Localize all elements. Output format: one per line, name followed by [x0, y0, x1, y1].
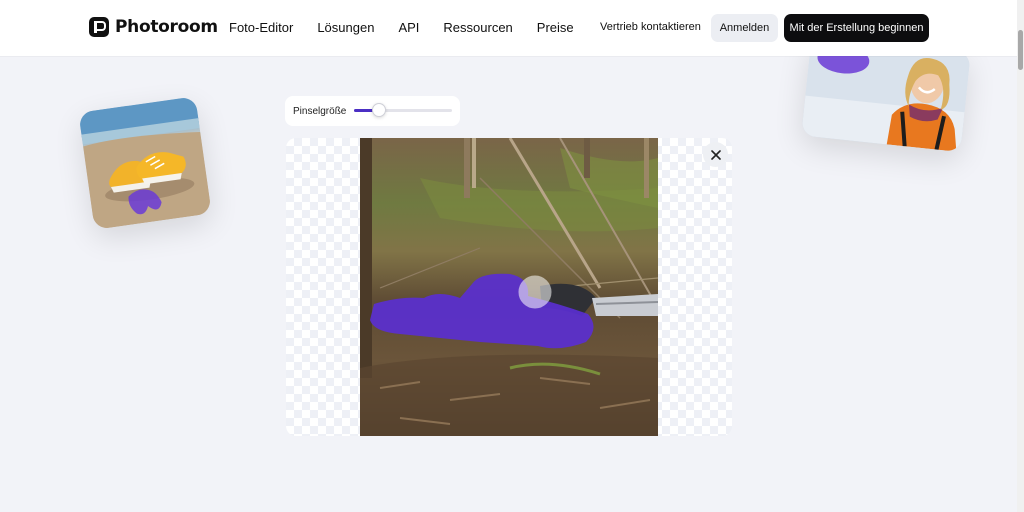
- editor-canvas[interactable]: [286, 138, 732, 436]
- nav-link-ressourcen[interactable]: Ressourcen: [443, 20, 512, 35]
- sneakers-image: [78, 96, 212, 230]
- get-started-button[interactable]: Mit der Erstellung beginnen: [784, 14, 929, 42]
- login-button[interactable]: Anmelden: [711, 14, 778, 42]
- brand-name: Photoroom: [115, 17, 218, 37]
- close-button[interactable]: [703, 142, 728, 167]
- photoroom-logo[interactable]: Photoroom: [89, 17, 218, 37]
- nav-links: Foto-Editor Lösungen API Ressourcen Prei…: [229, 20, 574, 35]
- scrollbar-thumb[interactable]: [1018, 30, 1023, 70]
- brush-size-label: Pinselgröße: [293, 105, 347, 117]
- example-card-shoes: [78, 96, 212, 230]
- brush-size-slider[interactable]: [354, 103, 452, 117]
- forest-floor-image: [360, 138, 658, 436]
- close-icon: [710, 149, 721, 160]
- nav-link-foto-editor[interactable]: Foto-Editor: [229, 20, 293, 35]
- nav-link-api[interactable]: API: [398, 20, 419, 35]
- nav-link-preise[interactable]: Preise: [537, 20, 574, 35]
- top-navbar: Photoroom Foto-Editor Lösungen API Resso…: [0, 0, 1017, 56]
- contact-sales-link[interactable]: Vertrieb kontaktieren: [600, 21, 701, 33]
- brush-size-slider-thumb[interactable]: [372, 103, 387, 117]
- nav-link-loesungen[interactable]: Lösungen: [317, 20, 374, 35]
- page-scrollbar[interactable]: [1017, 0, 1024, 512]
- brush-size-panel: Pinselgröße: [285, 96, 460, 126]
- photoroom-logo-icon: [89, 17, 109, 37]
- edited-photo[interactable]: [360, 138, 658, 436]
